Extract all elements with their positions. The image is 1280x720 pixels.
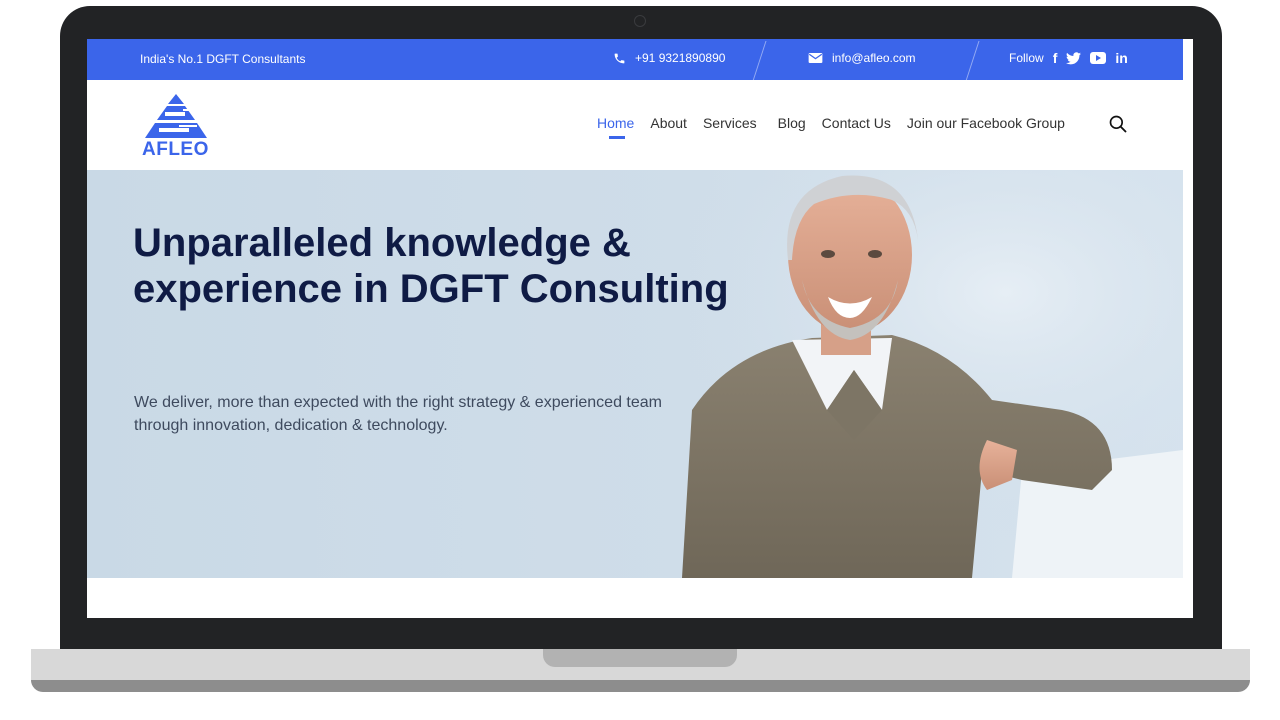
main-nav: Home About Services Blog Contact Us Join… xyxy=(597,115,1065,139)
nav-item-facebook-group[interactable]: Join our Facebook Group xyxy=(907,115,1065,131)
laptop-hinge-notch xyxy=(543,649,737,667)
phone-number: +91 9321890890 xyxy=(635,51,726,65)
hero-banner: Unparalleled knowledge & experience in D… xyxy=(87,170,1183,578)
nav-item-contact-us[interactable]: Contact Us xyxy=(822,115,891,131)
hero-title: Unparalleled knowledge & experience in D… xyxy=(133,221,729,311)
phone-link[interactable]: +91 9321890890 xyxy=(613,51,725,65)
site-header: AFLEO Home About Services Blog Contact U… xyxy=(87,80,1183,170)
phone-icon xyxy=(614,53,625,63)
facebook-icon[interactable]: f xyxy=(1053,51,1058,65)
twitter-icon[interactable] xyxy=(1066,51,1082,65)
topbar-divider xyxy=(752,41,767,81)
nav-item-about[interactable]: About xyxy=(650,115,687,131)
youtube-icon[interactable] xyxy=(1090,52,1107,64)
top-info-bar: India's No.1 DGFT Consultants +91 932189… xyxy=(87,39,1183,81)
logo-text: AFLEO xyxy=(142,139,209,160)
mail-icon xyxy=(808,53,823,63)
email-address: info@afleo.com xyxy=(832,51,916,65)
topbar-divider xyxy=(965,41,980,81)
afleo-logo[interactable]: AFLEO xyxy=(139,92,219,162)
laptop-base-edge xyxy=(31,680,1250,692)
linkedin-icon[interactable]: in xyxy=(1115,51,1127,65)
follow-label: Follow xyxy=(1009,51,1044,65)
nav-item-blog[interactable]: Blog xyxy=(778,115,806,131)
browser-viewport: India's No.1 DGFT Consultants +91 932189… xyxy=(87,39,1193,618)
hero-subtitle: We deliver, more than expected with the … xyxy=(134,394,662,434)
tagline: India's No.1 DGFT Consultants xyxy=(140,52,306,66)
nav-item-home[interactable]: Home xyxy=(597,115,634,139)
nav-item-services[interactable]: Services xyxy=(703,115,757,131)
search-icon[interactable] xyxy=(1108,114,1128,134)
afleo-logo-mark xyxy=(145,94,207,138)
social-links: Follow f in xyxy=(1009,51,1128,65)
camera-icon xyxy=(634,15,646,27)
email-link[interactable]: info@afleo.com xyxy=(808,51,916,65)
